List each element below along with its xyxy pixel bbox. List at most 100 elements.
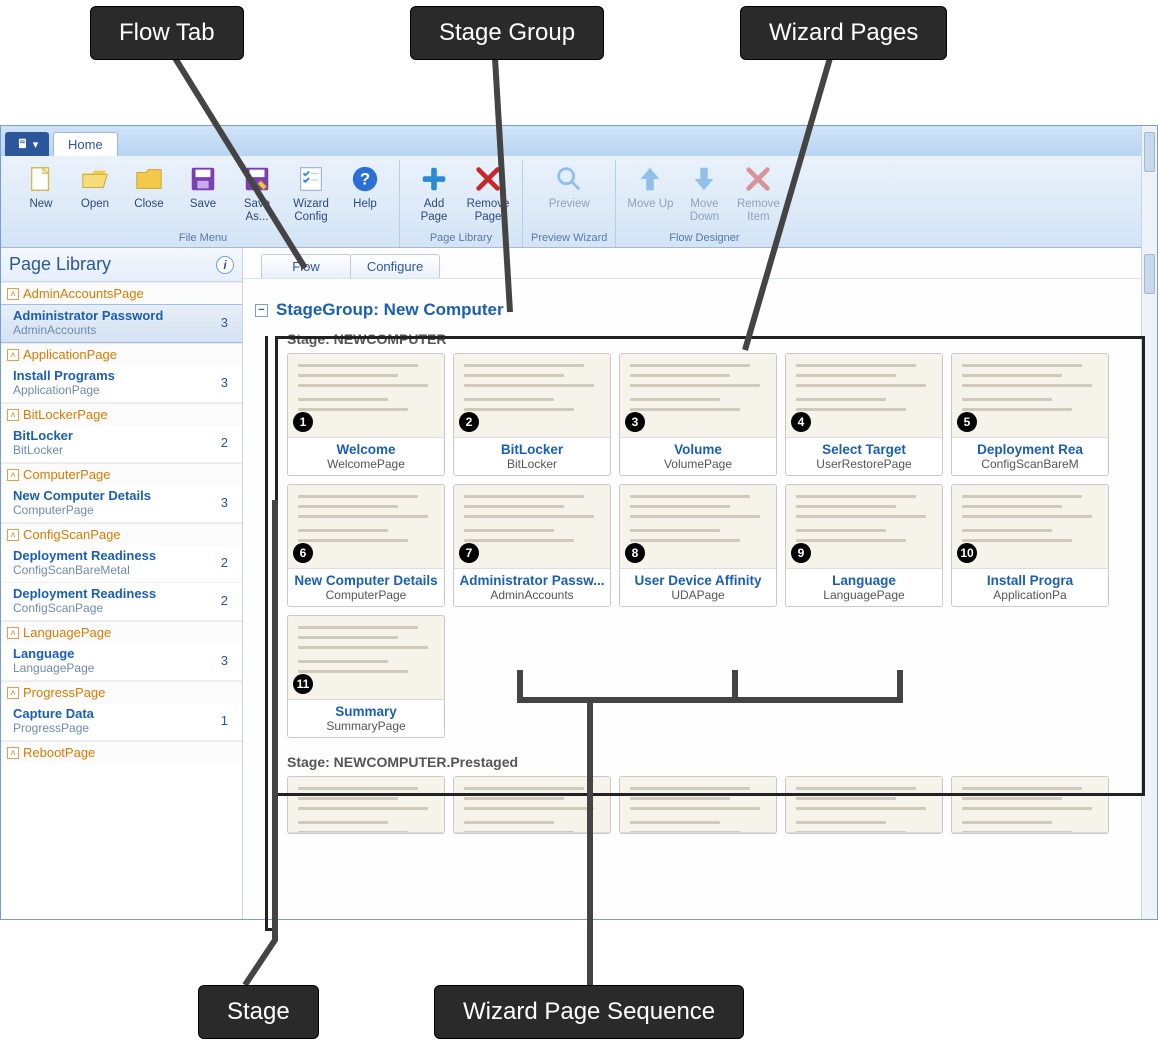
wizard-page-preview: 3 (620, 354, 776, 438)
ribbon-tab-home[interactable]: Home (53, 132, 118, 156)
wizard-page-card[interactable]: 2BitLockerBitLocker (453, 353, 611, 476)
wizard-page-card[interactable]: 6New Computer DetailsComputerPage (287, 484, 445, 607)
lib-item[interactable]: Administrator PasswordAdminAccounts3 (1, 304, 242, 343)
move-down-button[interactable]: Move Down (678, 160, 730, 225)
ribbon-label: Save (190, 198, 216, 211)
remove-page-button[interactable]: Remove Page (462, 160, 514, 225)
lib-item-title: Administrator Password (13, 308, 163, 323)
wizard-page-card[interactable] (453, 776, 611, 834)
folder-open-icon (78, 162, 112, 196)
wizard-page-card[interactable]: 5Deployment ReaConfigScanBareM (951, 353, 1109, 476)
wizard-page-titles: New Computer DetailsComputerPage (288, 569, 444, 606)
add-page-button[interactable]: Add Page (408, 160, 460, 225)
ribbon-group-label: Preview Wizard (531, 230, 607, 247)
ribbon-label: Preview (549, 198, 590, 211)
wizard-page-card[interactable]: 4Select TargetUserRestorePage (785, 353, 943, 476)
wizard-page-card[interactable] (951, 776, 1109, 834)
wizard-page-title: User Device Affinity (624, 573, 772, 588)
lib-group-header[interactable]: ˄ApplicationPage (1, 343, 242, 365)
wizard-page-card[interactable]: 7Administrator Passw...AdminAccounts (453, 484, 611, 607)
lib-item[interactable]: Deployment ReadinessConfigScanPage2 (1, 583, 242, 621)
lib-item-subtitle: ConfigScanPage (13, 601, 156, 615)
lib-group-header[interactable]: ˄ProgressPage (1, 681, 242, 703)
tab-configure[interactable]: Configure (350, 254, 440, 278)
wizard-page-subtitle: UserRestorePage (790, 457, 938, 471)
sidebar-header: Page Library i (1, 248, 242, 282)
sidebar: Page Library i ˄AdminAccountsPageAdminis… (1, 248, 243, 919)
wizard-page-titles: BitLockerBitLocker (454, 438, 610, 475)
lib-item[interactable]: Deployment ReadinessConfigScanBareMetal2 (1, 545, 242, 583)
wizard-page-subtitle: WelcomePage (292, 457, 440, 471)
wizard-page-card[interactable] (619, 776, 777, 834)
wizard-page-card[interactable]: 1 WelcomeWelcomePage (287, 353, 445, 476)
lib-group-header[interactable]: ˄ConfigScanPage (1, 523, 242, 545)
ribbon-label: Wizard Config (287, 198, 335, 223)
remove-item-button[interactable]: Remove Item (732, 160, 784, 225)
wizard-page-card[interactable]: 10Install PrograApplicationPa (951, 484, 1109, 607)
lib-item-subtitle: ConfigScanBareMetal (13, 563, 156, 577)
ribbon-group-preview-wizard: Preview Preview Wizard (523, 160, 616, 247)
document-icon (16, 137, 30, 151)
sidebar-list[interactable]: ˄AdminAccountsPageAdministrator Password… (1, 282, 242, 919)
preview-button[interactable]: Preview (543, 160, 595, 213)
close-button[interactable]: Close (123, 160, 175, 213)
lib-group-name: LanguagePage (23, 625, 111, 640)
lib-item[interactable]: Capture DataProgressPage1 (1, 703, 242, 741)
chevron-up-icon: ˄ (7, 469, 19, 481)
help-button[interactable]: ? Help (339, 160, 391, 213)
folder-icon (132, 162, 166, 196)
lib-item[interactable]: BitLockerBitLocker2 (1, 425, 242, 463)
ribbon-label: Close (134, 198, 163, 211)
save-button[interactable]: Save (177, 160, 229, 213)
wizard-page-title: Welcome (292, 442, 440, 457)
wizard-page-card[interactable] (785, 776, 943, 834)
lib-group-header[interactable]: ˄RebootPage (1, 741, 242, 763)
open-button[interactable]: Open (69, 160, 121, 213)
move-up-button[interactable]: Move Up (624, 160, 676, 213)
lib-group-header[interactable]: ˄ComputerPage (1, 463, 242, 485)
save-as-button[interactable]: Save As... (231, 160, 283, 225)
lib-group-header[interactable]: ˄AdminAccountsPage (1, 282, 242, 304)
app-window: ▾ Home New Open (0, 125, 1158, 920)
tab-flow[interactable]: Flow (261, 254, 351, 278)
flow-body[interactable]: − StageGroup: New Computer Stage: NEWCOM… (243, 279, 1157, 919)
lib-item[interactable]: Install ProgramsApplicationPage3 (1, 365, 242, 403)
sidebar-title: Page Library (9, 254, 111, 275)
wizard-config-button[interactable]: Wizard Config (285, 160, 337, 225)
wizard-page-card[interactable] (287, 776, 445, 834)
wizard-page-preview (952, 777, 1108, 833)
scrollbar[interactable] (1141, 248, 1157, 919)
wizard-page-preview: 6 (288, 485, 444, 569)
wizard-page-card[interactable]: 3VolumeVolumePage (619, 353, 777, 476)
wizard-page-titles: VolumeVolumePage (620, 438, 776, 475)
lib-group-name: RebootPage (23, 745, 95, 760)
titlebar: ▾ Home (1, 126, 1157, 156)
wizard-page-preview: 4 (786, 354, 942, 438)
wizard-page-title: Summary (292, 704, 440, 719)
lib-group-header[interactable]: ˄BitLockerPage (1, 403, 242, 425)
wizard-page-card[interactable]: 8User Device AffinityUDAPage (619, 484, 777, 607)
ribbon: New Open Close (1, 156, 1157, 248)
lib-item[interactable]: New Computer DetailsComputerPage3 (1, 485, 242, 523)
stage-group-header[interactable]: − StageGroup: New Computer (255, 297, 1145, 323)
info-icon[interactable]: i (216, 256, 234, 274)
collapse-icon[interactable]: − (255, 304, 268, 317)
ribbon-label: Help (353, 198, 377, 211)
stage-label: Stage: NEWCOMPUTER.Prestaged (277, 752, 1145, 776)
wizard-page-preview: 5 (952, 354, 1108, 438)
wizard-page-preview: 9 (786, 485, 942, 569)
wizard-page-card[interactable]: 11SummarySummaryPage (287, 615, 445, 738)
lib-item-count: 1 (221, 713, 234, 728)
sequence-badge: 1 (293, 412, 313, 432)
wizard-page-preview: 7 (454, 485, 610, 569)
chevron-up-icon: ˄ (7, 349, 19, 361)
lib-group-header[interactable]: ˄LanguagePage (1, 621, 242, 643)
lib-item[interactable]: LanguageLanguagePage3 (1, 643, 242, 681)
new-button[interactable]: New (15, 160, 67, 213)
stage-block: Stage: NEWCOMPUTER.Prestaged (277, 752, 1145, 834)
app-menu-button[interactable]: ▾ (5, 132, 49, 156)
lib-group-name: ConfigScanPage (23, 527, 121, 542)
wizard-page-card[interactable]: 9LanguageLanguagePage (785, 484, 943, 607)
callout-flow-tab: Flow Tab (90, 6, 244, 60)
lib-item-title: Deployment Readiness (13, 586, 156, 601)
